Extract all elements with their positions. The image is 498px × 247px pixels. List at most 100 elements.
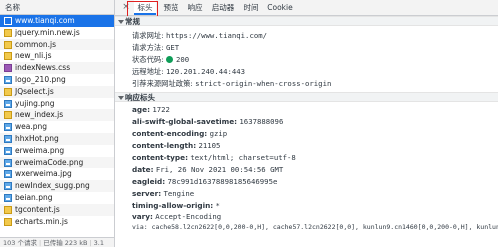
request-name: echarts.min.js [15, 216, 68, 226]
response-headers-section-header[interactable]: 响应标头 [115, 92, 498, 103]
remote-address-row: 远程地址: 120.201.240.44:443 [115, 66, 498, 78]
request-name: hhxHot.png [15, 133, 59, 143]
headers-content: 常规 请求网址: https://www.tianqi.com/ 请求方法: G… [115, 16, 498, 247]
resources-size: 3.1 [93, 239, 104, 247]
response-header-value: Accept-Encoding [155, 212, 222, 222]
response-header-value: Tengine [163, 188, 195, 198]
request-method-key: 请求方法: [132, 42, 164, 52]
request-name: new_index.js [15, 110, 64, 120]
request-row[interactable]: wxerweima.jpg [0, 168, 114, 180]
request-row[interactable]: erweima.png [0, 145, 114, 157]
request-name: wea.png [15, 122, 48, 132]
request-name: new_nli.js [15, 51, 52, 61]
request-url-value: https://www.tianqi.com/ [165, 31, 268, 40]
status-bar: 103 个请求 | 已传输 223 kB | 3.1 [0, 237, 114, 247]
tab-initiator[interactable]: 启动器 [210, 0, 236, 15]
transferred-size: 已传输 223 kB [43, 239, 88, 247]
request-count: 103 个请求 [3, 239, 37, 247]
js-file-icon [4, 205, 12, 214]
response-header-value: gzip [209, 129, 228, 139]
tab-cookie[interactable]: Cookie [266, 0, 294, 15]
request-name: wxerweima.jpg [15, 169, 72, 179]
response-header-row: content-type: text/html; charset=utf-8 [115, 152, 498, 164]
status-ok-icon [165, 55, 173, 63]
tab-headers[interactable]: 标头 [134, 0, 156, 15]
general-section-header[interactable]: 常规 [115, 16, 498, 26]
request-row[interactable]: new_nli.js [0, 50, 114, 62]
request-row[interactable]: wea.png [0, 121, 114, 133]
response-header-row: timing-allow-origin: * [115, 200, 498, 212]
request-method-row: 请求方法: GET [115, 42, 498, 54]
request-row[interactable]: indexNews.css [0, 62, 114, 74]
general-section-title: 常规 [125, 17, 140, 26]
request-row[interactable]: common.js [0, 38, 114, 51]
referrer-policy-key: 引荐来源网址政策: [132, 78, 193, 88]
js-file-icon [4, 111, 12, 120]
image-file-icon [4, 99, 12, 108]
response-header-key: timing-allow-origin: [132, 200, 214, 210]
request-details-panel: × 标头 预览 响应 启动器 时间 Cookie 常规 请求网址: https:… [115, 0, 498, 247]
image-file-icon [4, 158, 12, 167]
request-row[interactable]: logo_210.png [0, 74, 114, 86]
response-header-row: ali-swift-global-savetime: 1637888096 [115, 116, 498, 128]
response-headers-section-title: 响应标头 [125, 93, 155, 103]
request-row[interactable]: tgcontent.js [0, 203, 114, 216]
js-file-icon [4, 52, 12, 61]
response-header-key: vary: [132, 212, 153, 222]
response-header-key: content-length: [132, 141, 197, 151]
name-column-header[interactable]: 名称 [0, 0, 114, 15]
request-row[interactable]: yujing.png [0, 98, 114, 110]
request-row[interactable]: jquery.min.new.js [0, 27, 114, 39]
general-section: 请求网址: https://www.tianqi.com/ 请求方法: GET … [115, 26, 498, 89]
request-row[interactable]: hhxHot.png [0, 132, 114, 145]
tab-timing[interactable]: 时间 [242, 0, 260, 15]
request-method-value: GET [165, 42, 180, 52]
response-header-key: content-type: [132, 153, 189, 163]
remote-address-value: 120.201.240.44:443 [165, 66, 246, 76]
image-file-icon [4, 146, 12, 155]
status-code-key: 状态代码: [132, 54, 164, 64]
referrer-policy-value: strict-origin-when-cross-origin [195, 78, 332, 88]
request-url-key: 请求网址: [132, 31, 164, 40]
request-row[interactable]: JQselect.js [0, 85, 114, 98]
response-header-row: eagleid: 78c991d16378898185646995e [115, 176, 498, 188]
image-file-icon [4, 75, 12, 84]
request-row[interactable]: www.tianqi.com [0, 15, 114, 27]
response-header-row: content-length: 21105 [115, 140, 498, 152]
request-row[interactable]: beian.png [0, 192, 114, 204]
triangle-down-icon [118, 20, 124, 24]
image-file-icon [4, 123, 12, 132]
request-row[interactable]: new_index.js [0, 109, 114, 122]
request-row[interactable]: newIndex_sugg.png [0, 180, 114, 192]
js-file-icon [4, 28, 12, 37]
request-name: newIndex_sugg.png [15, 181, 90, 191]
document-file-icon [4, 17, 12, 25]
request-name: common.js [15, 39, 57, 49]
response-header-key: ali-swift-global-savetime: [132, 117, 238, 127]
referrer-policy-row: 引荐来源网址政策: strict-origin-when-cross-origi… [115, 78, 498, 90]
response-header-value: 1637888096 [239, 117, 284, 127]
tab-preview[interactable]: 预览 [162, 0, 180, 15]
request-name: www.tianqi.com [15, 16, 75, 25]
request-row[interactable]: echarts.min.js [0, 216, 114, 228]
image-file-icon [4, 182, 12, 191]
response-header-value: 1722 [152, 105, 170, 115]
response-header-row: age: 1722 [115, 104, 498, 116]
request-name: indexNews.css [15, 63, 71, 73]
remote-address-key: 远程地址: [132, 66, 164, 76]
response-header-key: eagleid: [132, 176, 166, 186]
request-name: tgcontent.js [15, 204, 60, 214]
image-file-icon [4, 193, 12, 202]
via-header-row: via: cache58.l2cn2622[0,0,200-0,H], cach… [132, 223, 498, 232]
image-file-icon [4, 134, 12, 143]
tab-response[interactable]: 响应 [186, 0, 204, 15]
response-header-key: age: [132, 105, 151, 115]
css-file-icon [4, 64, 12, 73]
response-header-value: Fri, 26 Nov 2021 00:54:56 GMT [155, 164, 284, 174]
request-name: jquery.min.new.js [15, 27, 80, 37]
close-icon[interactable]: × [120, 0, 132, 15]
status-code-row: 状态代码: 200 [115, 54, 498, 66]
status-code-value: 200 [175, 54, 190, 64]
response-header-row: vary: Accept-Encoding [115, 211, 498, 223]
request-row[interactable]: erweimaCode.png [0, 156, 114, 169]
